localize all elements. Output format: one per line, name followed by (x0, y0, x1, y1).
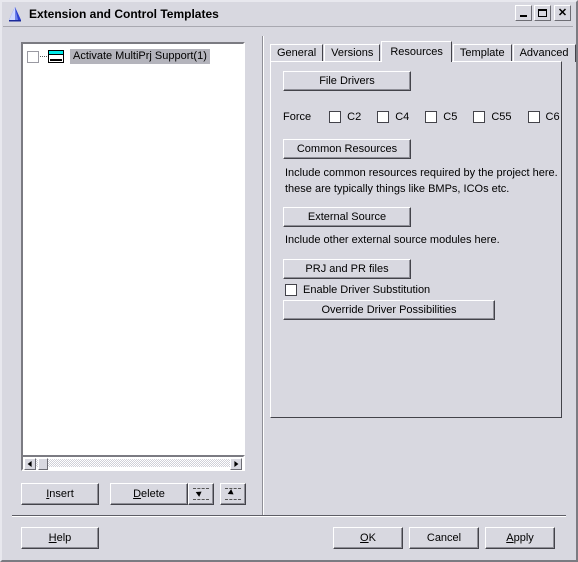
scroll-left-icon[interactable] (24, 458, 36, 470)
enable-driver-substitution-row[interactable]: Enable Driver Substitution (285, 283, 430, 297)
close-icon: ✕ (557, 7, 568, 19)
insert-button[interactable]: Insert (21, 483, 99, 505)
force-c55-checkbox[interactable] (473, 111, 486, 123)
cancel-button[interactable]: Cancel (409, 527, 479, 549)
window-node-titlebar (49, 51, 63, 55)
minimize-icon (520, 15, 527, 17)
override-driver-possibilities-button[interactable]: Override Driver Possibilities (283, 300, 495, 320)
move-up-icon (193, 487, 209, 501)
help-accel: H (48, 532, 57, 544)
prj-and-pr-files-button[interactable]: PRJ and PR files (283, 259, 411, 279)
maximize-button[interactable] (534, 5, 551, 21)
tab-advanced[interactable]: Advanced (512, 44, 576, 62)
tree-connector-icon (40, 55, 47, 58)
ok-accel: O (360, 532, 369, 544)
apply-button[interactable]: Apply (485, 527, 555, 549)
window-controls: ✕ (513, 5, 571, 21)
tab-general[interactable]: General (270, 44, 324, 62)
move-up-button[interactable] (188, 483, 214, 505)
delete-label-rest: elete (141, 488, 165, 500)
tab-advanced-label: Advanced (519, 47, 569, 59)
ok-button[interactable]: OK (333, 527, 403, 549)
tab-strip: General Versions Resources Template Adva… (270, 41, 577, 62)
force-option-c5[interactable]: C5 (425, 111, 457, 123)
file-drivers-label: File Drivers (319, 75, 375, 87)
force-options-row: Force C2 C4 C5 C55 C6 (283, 109, 576, 125)
enable-driver-substitution-checkbox[interactable] (285, 284, 297, 296)
force-option-c4[interactable]: C4 (377, 111, 409, 123)
external-source-button[interactable]: External Source (283, 207, 411, 227)
force-c4-label: C4 (395, 111, 410, 123)
close-button[interactable]: ✕ (554, 5, 571, 21)
force-label: Force (283, 111, 312, 123)
window-title: Extension and Control Templates (29, 7, 219, 21)
window-node-line (50, 59, 62, 61)
window-node-icon (48, 50, 64, 63)
maximize-icon (538, 9, 547, 17)
apply-label-rest: pply (513, 532, 534, 544)
scrollbar-track[interactable] (25, 459, 241, 467)
tree-horizontal-scrollbar[interactable] (21, 455, 245, 471)
panel-divider-vertical (262, 36, 264, 515)
apply-accel: A (506, 532, 514, 544)
override-driver-possibilities-label: Override Driver Possibilities (321, 304, 457, 316)
delete-accel: D (133, 488, 142, 500)
common-resources-description-line1: Include common resources required by the… (285, 167, 558, 179)
titlebar-separator (3, 26, 573, 27)
help-button[interactable]: Help (21, 527, 99, 549)
force-c55-label: C55 (491, 111, 512, 123)
force-c6-label: C6 (545, 111, 560, 123)
tree-item-checkbox[interactable] (27, 50, 39, 63)
scrollbar-thumb[interactable] (38, 458, 48, 470)
common-resources-button[interactable]: Common Resources (283, 139, 411, 159)
scroll-right-icon[interactable] (230, 458, 242, 470)
external-source-description: Include other external source modules he… (285, 234, 500, 246)
template-tree[interactable]: Activate MultiPrj Support(1) (21, 42, 245, 467)
force-c5-label: C5 (443, 111, 458, 123)
force-option-c6[interactable]: C6 (527, 111, 560, 123)
ok-label-rest: K (368, 532, 376, 544)
help-label-rest: elp (56, 532, 72, 544)
tab-resources[interactable]: Resources (381, 41, 452, 62)
tab-general-label: General (277, 47, 317, 59)
titlebar: Extension and Control Templates ✕ (3, 3, 573, 25)
footer-divider-horizontal (12, 515, 566, 517)
tab-template[interactable]: Template (452, 44, 512, 62)
pyramid-icon (6, 5, 24, 23)
cancel-label: Cancel (426, 532, 462, 544)
force-c5-checkbox[interactable] (425, 111, 438, 123)
move-down-button[interactable] (220, 483, 246, 505)
enable-driver-substitution-label: Enable Driver Substitution (303, 284, 431, 296)
file-drivers-button[interactable]: File Drivers (283, 71, 411, 91)
tab-versions-label: Versions (331, 47, 374, 59)
force-option-c55[interactable]: C55 (473, 111, 512, 123)
minimize-button[interactable] (515, 5, 532, 21)
tree-item-activate-multiprj[interactable]: Activate MultiPrj Support(1) (27, 48, 210, 65)
tab-template-label: Template (459, 47, 505, 59)
dialog-window: Extension and Control Templates ✕ Activa… (0, 0, 578, 562)
force-c2-label: C2 (347, 111, 362, 123)
insert-label-rest: nsert (49, 488, 74, 500)
delete-button[interactable]: Delete (110, 483, 188, 505)
tree-item-label: Activate MultiPrj Support(1) (70, 49, 210, 64)
tab-versions[interactable]: Versions (324, 44, 381, 62)
external-source-label: External Source (307, 211, 387, 223)
tree-content: Activate MultiPrj Support(1) (23, 44, 243, 465)
prj-and-pr-files-label: PRJ and PR files (305, 263, 389, 275)
tab-resources-label: Resources (390, 46, 443, 58)
force-c2-checkbox[interactable] (329, 111, 342, 123)
common-resources-description-line2: these are typically things like BMPs, IC… (285, 183, 510, 195)
move-down-icon (225, 487, 241, 501)
force-c6-checkbox[interactable] (527, 111, 540, 123)
force-c4-checkbox[interactable] (377, 111, 390, 123)
common-resources-label: Common Resources (296, 143, 398, 155)
force-option-c2[interactable]: C2 (329, 111, 361, 123)
